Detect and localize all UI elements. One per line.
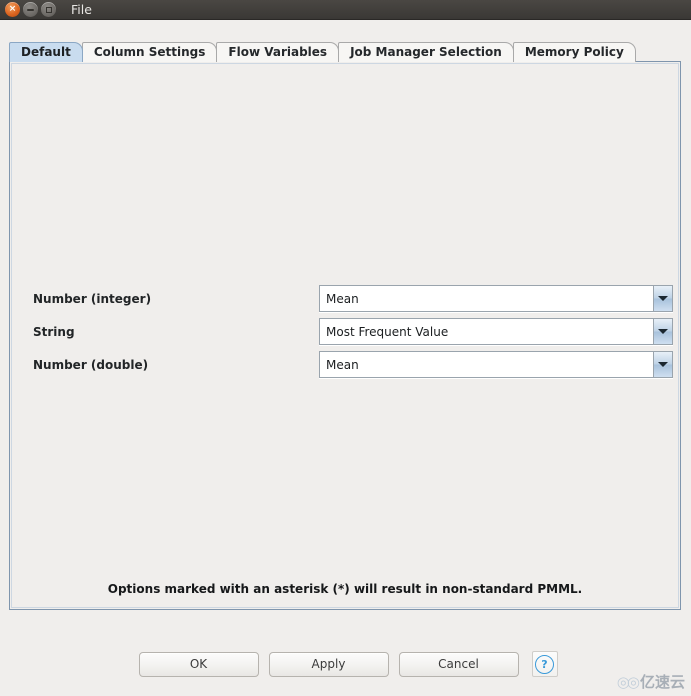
pmml-footnote: Options marked with an asterisk (*) will…: [107, 582, 583, 596]
close-icon: ×: [8, 4, 17, 14]
dropdown-number-double[interactable]: Mean: [319, 351, 673, 378]
chevron-down-icon[interactable]: [653, 286, 672, 311]
form-row-number-integer: Number (integer) Mean: [23, 282, 673, 315]
form-row-number-double: Number (double) Mean: [23, 348, 673, 381]
minimize-icon: [27, 8, 34, 11]
tab-bar: Default Column Settings Flow Variables J…: [9, 41, 636, 62]
tab-column-settings[interactable]: Column Settings: [81, 42, 218, 62]
tab-label: Default: [21, 45, 71, 59]
question-mark-icon: ?: [535, 654, 554, 674]
tab-label: Column Settings: [93, 45, 206, 59]
window-close-button[interactable]: ×: [5, 2, 20, 17]
cancel-button[interactable]: Cancel: [398, 651, 519, 677]
window-maximize-button[interactable]: [41, 2, 56, 17]
maximize-icon: [45, 6, 52, 13]
tab-label: Job Manager Selection: [350, 45, 502, 59]
dialog-button-bar: OK Apply Cancel ?: [0, 650, 691, 678]
tab-job-manager-selection[interactable]: Job Manager Selection: [338, 42, 514, 62]
watermark-text: 亿速云: [639, 673, 685, 691]
dropdown-value: Mean: [320, 352, 653, 377]
tab-label: Memory Policy: [524, 45, 624, 59]
help-button[interactable]: ?: [531, 651, 558, 677]
chevron-down-icon[interactable]: [653, 319, 672, 344]
window-minimize-button[interactable]: [23, 2, 38, 17]
tab-content-panel: Number (integer) Mean String Most Freque…: [9, 61, 681, 610]
tab-memory-policy[interactable]: Memory Policy: [512, 42, 636, 62]
label-number-double: Number (double): [33, 357, 149, 372]
tab-content-inner: Number (integer) Mean String Most Freque…: [11, 63, 679, 608]
dropdown-number-integer[interactable]: Mean: [319, 285, 673, 312]
chevron-down-icon[interactable]: [653, 352, 672, 377]
form-row-string: String Most Frequent Value: [23, 315, 673, 348]
dropdown-value: Mean: [320, 286, 653, 311]
tab-default[interactable]: Default: [9, 42, 83, 62]
window-title: File: [71, 2, 92, 17]
apply-button[interactable]: Apply: [268, 651, 389, 677]
window-titlebar: × File: [0, 0, 691, 20]
label-string: String: [33, 324, 75, 339]
tab-flow-variables[interactable]: Flow Variables: [216, 42, 340, 62]
dropdown-string[interactable]: Most Frequent Value: [319, 318, 673, 345]
watermark: ◎◎ 亿速云: [617, 671, 685, 692]
ok-button[interactable]: OK: [138, 651, 259, 677]
tab-label: Flow Variables: [228, 45, 328, 59]
missing-value-defaults-form: Number (integer) Mean String Most Freque…: [23, 282, 673, 381]
dropdown-value: Most Frequent Value: [320, 319, 653, 344]
label-number-integer: Number (integer): [33, 291, 152, 306]
watermark-logo-icon: ◎◎: [616, 672, 640, 691]
